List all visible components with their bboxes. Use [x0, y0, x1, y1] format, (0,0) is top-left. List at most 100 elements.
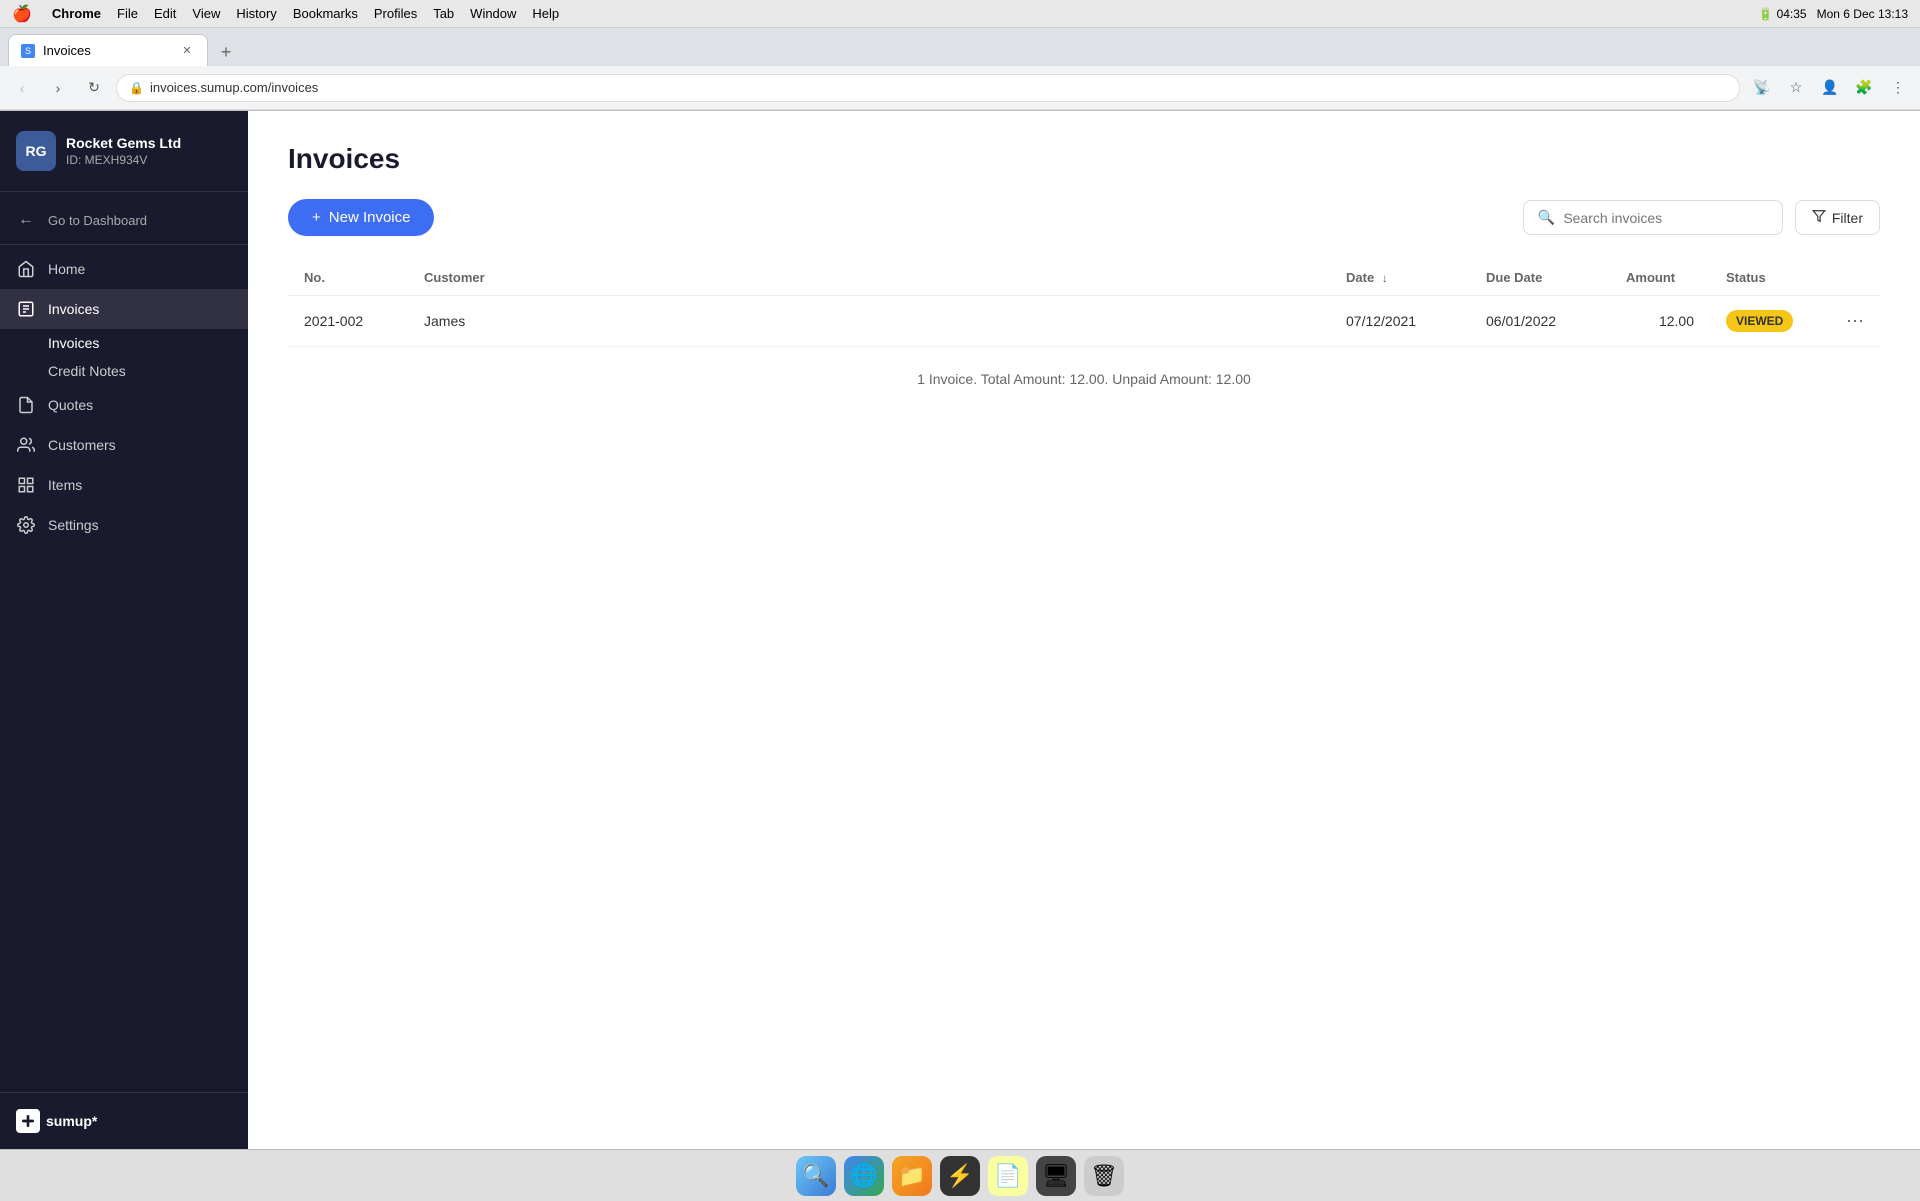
quotes-icon	[16, 395, 36, 415]
edit-menu[interactable]: Edit	[154, 6, 176, 21]
dock-item-trash[interactable]: 🗑	[1084, 1156, 1124, 1196]
col-header-amount: Amount	[1610, 260, 1710, 296]
menu-bar-right: 🔋 04:35 Mon 6 Dec 13:13	[1758, 7, 1908, 21]
dock-item-bettery[interactable]: ⚡	[940, 1156, 980, 1196]
sidebar-sub-item-invoices[interactable]: Invoices	[48, 329, 248, 357]
battery-status: 🔋 04:35	[1758, 7, 1806, 21]
sidebar-item-home[interactable]: Home	[0, 249, 248, 289]
sidebar-item-label: Customers	[48, 437, 116, 453]
invoice-amount: 12.00	[1610, 296, 1710, 347]
tab-favicon: S	[21, 44, 35, 58]
col-header-status: Status	[1710, 260, 1830, 296]
sumup-logo-icon	[16, 1109, 40, 1133]
active-tab[interactable]: S Invoices ✕	[8, 34, 208, 66]
status-badge: VIEWED	[1726, 310, 1793, 332]
page-title: Invoices	[288, 143, 1880, 175]
col-header-due-date: Due Date	[1470, 260, 1610, 296]
sidebar-sub-item-credit-notes[interactable]: Credit Notes	[48, 357, 248, 385]
url-text: invoices.sumup.com/invoices	[150, 80, 318, 95]
new-invoice-button[interactable]: + New Invoice	[288, 199, 434, 236]
sort-arrow-icon: ↓	[1382, 271, 1388, 285]
sidebar-item-items[interactable]: Items	[0, 465, 248, 505]
search-box[interactable]: 🔍	[1523, 200, 1783, 235]
file-menu[interactable]: File	[117, 6, 138, 21]
history-menu[interactable]: History	[236, 6, 276, 21]
dock-item-notes[interactable]: 📄	[988, 1156, 1028, 1196]
col-header-action	[1830, 260, 1880, 296]
sidebar-item-label: Invoices	[48, 301, 99, 317]
toolbar: + New Invoice 🔍 Filter	[288, 199, 1880, 236]
row-menu-button[interactable]: ⋯	[1846, 311, 1864, 331]
browser-frame: S Invoices ✕ + ‹ › ↻ 🔒 invoices.sumup.co…	[0, 28, 1920, 111]
sidebar: RG Rocket Gems Ltd ID: MEXH934V ← Go to …	[0, 111, 248, 1149]
invoice-table: No. Customer Date ↓ Due Date Amount	[288, 260, 1880, 347]
sidebar-item-label: Quotes	[48, 397, 93, 413]
menu-bar: 🍎 Chrome File Edit View History Bookmark…	[0, 0, 1920, 28]
sidebar-item-label: Settings	[48, 517, 99, 533]
nav-right: 📡 ☆ 👤 🧩 ⋮	[1748, 74, 1912, 102]
brand-id: ID: MEXH934V	[66, 153, 181, 167]
clock: Mon 6 Dec 13:13	[1817, 7, 1908, 21]
profile-icon[interactable]: 👤	[1816, 74, 1844, 102]
more-menu-icon[interactable]: ⋮	[1884, 74, 1912, 102]
invoices-icon	[16, 299, 36, 319]
new-tab-button[interactable]: +	[212, 38, 240, 66]
filter-button[interactable]: Filter	[1795, 200, 1880, 235]
help-menu[interactable]: Help	[532, 6, 559, 21]
brand-info: Rocket Gems Ltd ID: MEXH934V	[66, 135, 181, 167]
dock: 🔍 🌐 📁 ⚡ 📄 🖥 🗑	[0, 1149, 1920, 1201]
table-body: 2021-002 James 07/12/2021 06/01/2022 12.…	[288, 296, 1880, 347]
plus-icon: +	[312, 209, 321, 226]
forward-button[interactable]: ›	[44, 74, 72, 102]
sidebar-sub-invoices: Invoices Credit Notes	[0, 329, 248, 385]
address-bar[interactable]: 🔒 invoices.sumup.com/invoices	[116, 74, 1740, 102]
settings-icon	[16, 515, 36, 535]
search-input[interactable]	[1563, 210, 1768, 226]
chrome-menu[interactable]: Chrome	[52, 6, 101, 21]
table-summary: 1 Invoice. Total Amount: 12.00. Unpaid A…	[288, 347, 1880, 411]
sidebar-item-quotes[interactable]: Quotes	[0, 385, 248, 425]
col-header-customer: Customer	[408, 260, 1330, 296]
sidebar-item-customers[interactable]: Customers	[0, 425, 248, 465]
back-arrow-icon: ←	[16, 210, 36, 230]
dock-item-finder[interactable]: 🔍	[796, 1156, 836, 1196]
sumup-logo: sumup*	[16, 1109, 232, 1133]
tab-close-button[interactable]: ✕	[179, 43, 195, 59]
sidebar-item-invoices[interactable]: Invoices	[0, 289, 248, 329]
sidebar-item-label: Go to Dashboard	[48, 213, 147, 228]
profiles-menu[interactable]: Profiles	[374, 6, 417, 21]
sidebar-item-label: Items	[48, 477, 82, 493]
invoice-number: 2021-002	[288, 296, 408, 347]
sumup-logo-text: sumup*	[46, 1113, 97, 1129]
extensions-icon[interactable]: 🧩	[1850, 74, 1878, 102]
nav-bar: ‹ › ↻ 🔒 invoices.sumup.com/invoices 📡 ☆ …	[0, 66, 1920, 110]
reload-button[interactable]: ↻	[80, 74, 108, 102]
search-icon: 🔍	[1538, 209, 1555, 226]
lock-icon: 🔒	[129, 81, 144, 95]
invoice-date: 07/12/2021	[1330, 296, 1470, 347]
window-menu[interactable]: Window	[470, 6, 516, 21]
back-button[interactable]: ‹	[8, 74, 36, 102]
sidebar-item-settings[interactable]: Settings	[0, 505, 248, 545]
filter-icon	[1812, 209, 1826, 226]
cast-icon[interactable]: 📡	[1748, 74, 1776, 102]
avatar: RG	[16, 131, 56, 171]
dock-item-files[interactable]: 📁	[892, 1156, 932, 1196]
apple-menu[interactable]: 🍎	[12, 4, 32, 24]
table-row[interactable]: 2021-002 James 07/12/2021 06/01/2022 12.…	[288, 296, 1880, 347]
dock-item-display[interactable]: 🖥	[1036, 1156, 1076, 1196]
col-header-no: No.	[288, 260, 408, 296]
app-container: RG Rocket Gems Ltd ID: MEXH934V ← Go to …	[0, 111, 1920, 1149]
bookmark-icon[interactable]: ☆	[1782, 74, 1810, 102]
col-header-date[interactable]: Date ↓	[1330, 260, 1470, 296]
brand-name: Rocket Gems Ltd	[66, 135, 181, 151]
tab-menu[interactable]: Tab	[433, 6, 454, 21]
main-content: Invoices + New Invoice 🔍 Filter	[248, 111, 1920, 1149]
row-action-cell: ⋯	[1830, 296, 1880, 347]
view-menu[interactable]: View	[192, 6, 220, 21]
sidebar-item-dashboard[interactable]: ← Go to Dashboard	[0, 200, 248, 245]
bookmarks-menu[interactable]: Bookmarks	[293, 6, 358, 21]
customers-icon	[16, 435, 36, 455]
tab-title: Invoices	[43, 43, 91, 58]
dock-item-chrome[interactable]: 🌐	[844, 1156, 884, 1196]
